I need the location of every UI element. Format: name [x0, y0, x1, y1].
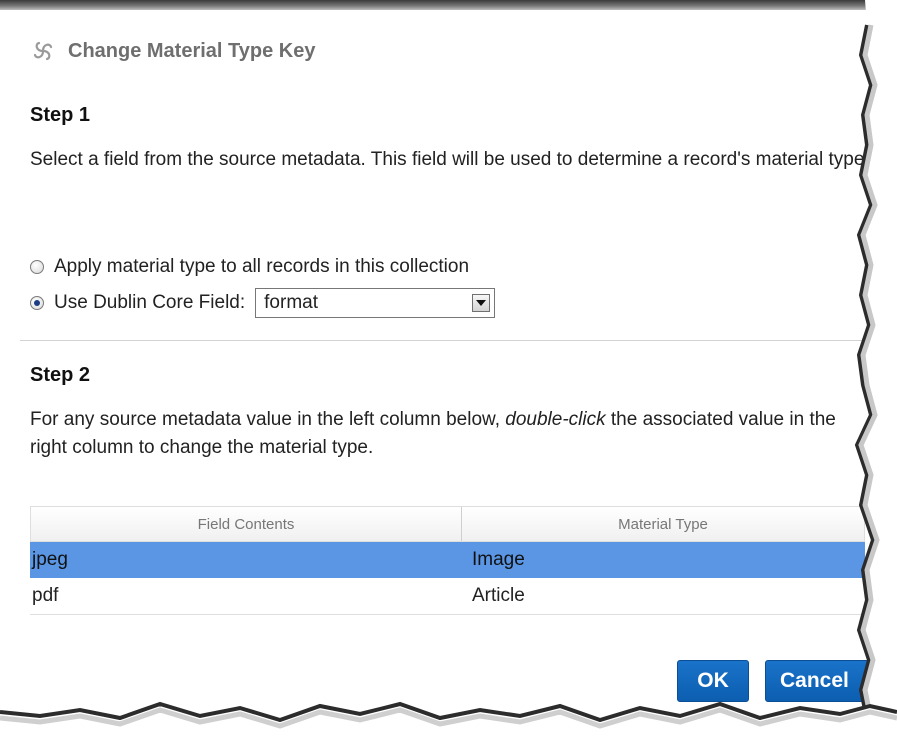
column-header-field-contents[interactable]: Field Contents	[31, 507, 462, 541]
material-type-grid: Field Contents Material Type jpeg Image …	[30, 506, 865, 615]
apply-all-option[interactable]: Apply material type to all records in th…	[30, 256, 469, 278]
torn-edge-bottom	[0, 701, 897, 752]
table-row[interactable]: jpeg Image	[30, 542, 865, 578]
dialog-title-bar: Change Material Type Key	[30, 38, 315, 64]
material-type-cell[interactable]: Article	[472, 585, 865, 607]
dialog-title: Change Material Type Key	[68, 39, 316, 62]
dublin-core-option[interactable]: Use Dublin Core Field: format	[30, 288, 496, 318]
step1-description: Select a field from the source metadata.…	[30, 149, 870, 170]
dublin-core-label[interactable]: Use Dublin Core Field:	[54, 292, 245, 314]
step2-heading: Step 2	[30, 364, 91, 386]
change-material-type-dialog: Change Material Type Key Step 1 Select a…	[0, 10, 870, 710]
field-contents-cell: pdf	[32, 585, 59, 606]
window-top-edge	[0, 0, 897, 10]
apply-all-radio[interactable]	[30, 260, 44, 274]
column-header-material-type[interactable]: Material Type	[462, 507, 864, 541]
material-type-cell[interactable]: Image	[472, 549, 865, 571]
chevron-down-icon	[476, 300, 487, 306]
step2-text-before: For any source metadata value in the lef…	[30, 409, 506, 430]
grid-header: Field Contents Material Type	[30, 506, 865, 542]
field-contents-cell: jpeg	[32, 549, 68, 570]
dublin-core-field-select[interactable]: format	[255, 288, 496, 318]
dublin-core-field-value: format	[264, 292, 318, 313]
torn-edge-right	[854, 0, 897, 752]
step2-text-emphasis: double-click	[505, 409, 606, 430]
swirl-icon	[33, 41, 53, 61]
step1-heading: Step 1	[30, 104, 91, 126]
dublin-core-radio[interactable]	[30, 296, 44, 310]
table-row[interactable]: pdf Article	[30, 578, 865, 614]
apply-all-label[interactable]: Apply material type to all records in th…	[54, 256, 469, 278]
section-divider	[20, 340, 870, 341]
dropdown-button[interactable]	[472, 294, 491, 312]
step2-description: For any source metadata value in the lef…	[30, 406, 870, 462]
